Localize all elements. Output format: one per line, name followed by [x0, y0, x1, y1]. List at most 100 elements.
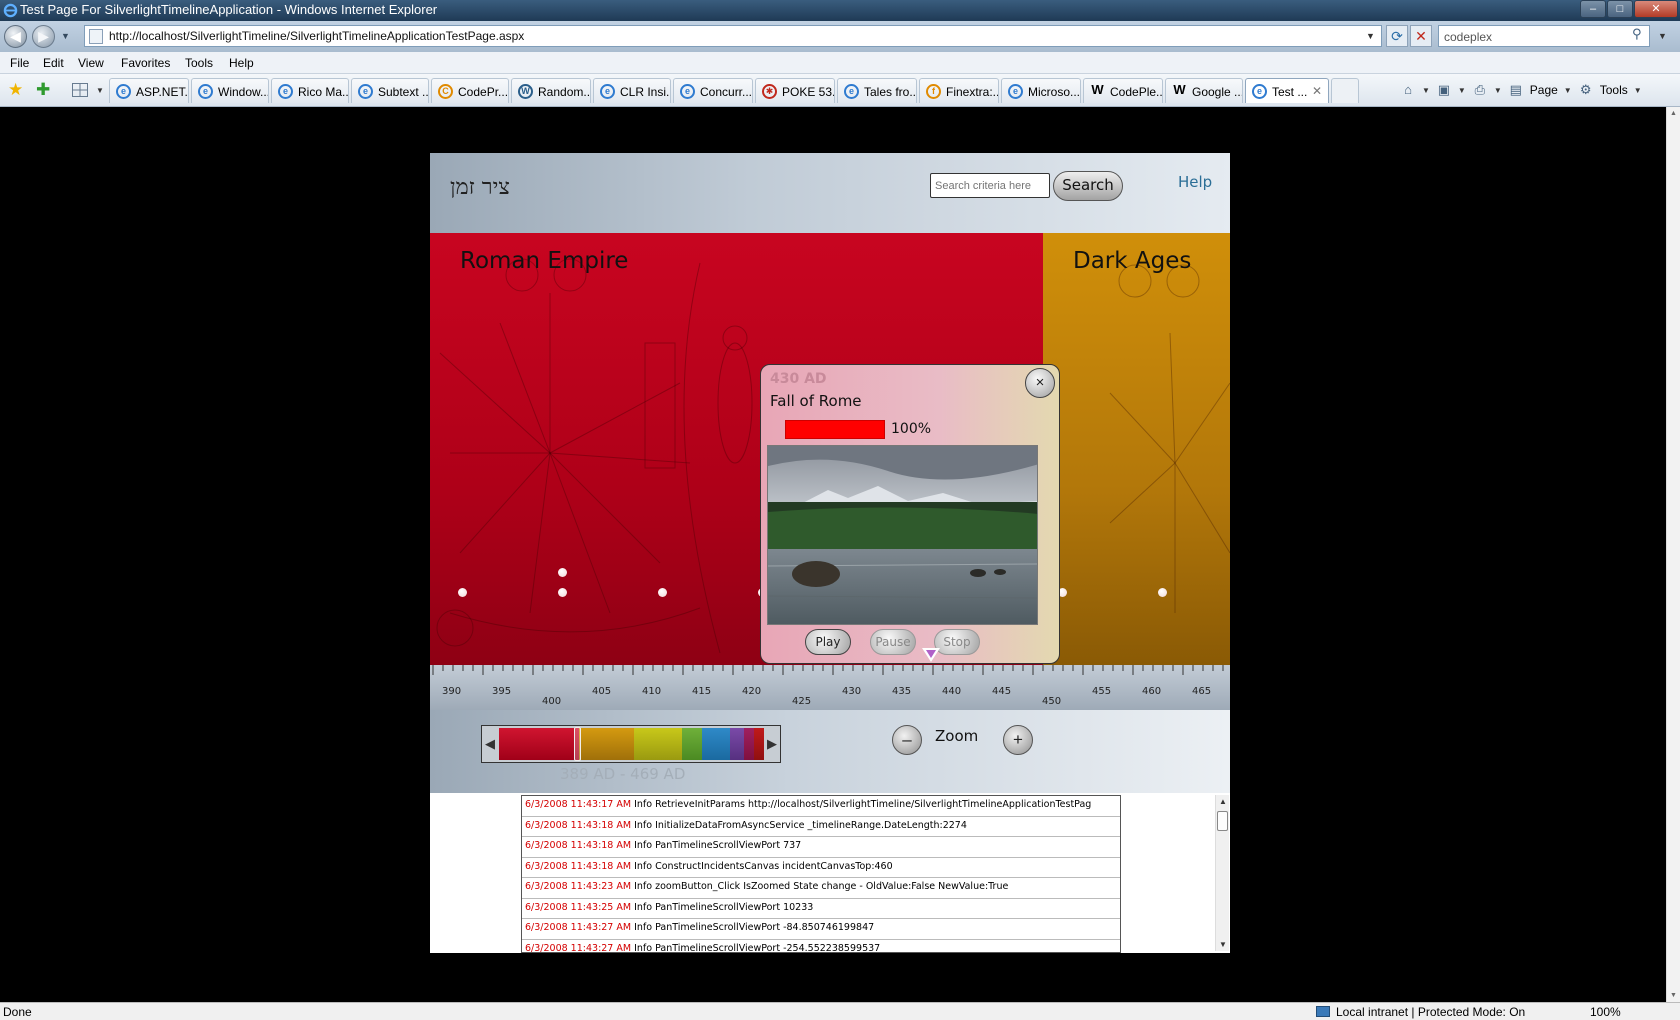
zoom-level[interactable]: 100%	[1590, 1005, 1621, 1019]
tab-bar: ★ ✚ ▼ e ASP.NET... e Window... e Rico Ma...…	[0, 74, 1680, 107]
ie-page-icon: e	[844, 84, 859, 99]
incident-date: 430 AD	[770, 371, 827, 387]
tab-finextra[interactable]: f Finextra:...	[919, 78, 999, 103]
media-video[interactable]	[767, 445, 1038, 625]
play-button[interactable]: Play	[805, 629, 851, 655]
stop-button[interactable]: ✕	[1410, 25, 1432, 47]
tab-list-dropdown-icon[interactable]: ▼	[96, 86, 104, 95]
log-row: 6/3/2008 11:43:23 AM Info zoomButton_Cli…	[522, 878, 1120, 899]
home-dropdown-icon[interactable]: ▼	[1422, 86, 1430, 95]
window-title: Test Page For SilverlightTimelineApplica…	[20, 2, 438, 17]
pause-button[interactable]: Pause	[870, 629, 916, 655]
tools-dropdown-icon[interactable]: ▼	[1634, 86, 1642, 95]
browser-search-input[interactable]: codeplex	[1438, 25, 1650, 47]
scroll-up-icon[interactable]: ▲	[1670, 110, 1677, 117]
tab-tales[interactable]: e Tales fro...	[837, 78, 917, 103]
overview-scroll-left-icon[interactable]: ◀	[482, 726, 498, 762]
menu-edit[interactable]: Edit	[43, 56, 64, 70]
overview-thumb[interactable]	[574, 727, 581, 761]
incident-dot[interactable]	[558, 588, 567, 597]
tick-label: 435	[892, 686, 912, 697]
menu-file[interactable]: File	[10, 56, 29, 70]
forward-button[interactable]: ▶	[32, 25, 55, 48]
zoom-out-button[interactable]: –	[892, 725, 922, 755]
page-dropdown-icon[interactable]: ▼	[1564, 86, 1572, 95]
overview-slider[interactable]: ◀ ▶	[481, 725, 781, 763]
tick-label: 400	[542, 696, 562, 707]
current-date-marker[interactable]	[922, 648, 940, 662]
add-favorite-icon[interactable]: ✚	[36, 80, 50, 100]
quick-tabs-icon[interactable]	[72, 83, 88, 97]
search-icon[interactable]: ⚲	[1632, 26, 1642, 42]
scroll-up-icon[interactable]: ▲	[1219, 797, 1227, 806]
security-zone[interactable]: Local intranet | Protected Mode: On	[1336, 1005, 1525, 1019]
page-menu[interactable]: Page	[1530, 83, 1558, 97]
intranet-zone-icon	[1316, 1006, 1330, 1017]
incident-dot[interactable]	[658, 588, 667, 597]
refresh-button[interactable]: ⟳	[1386, 25, 1408, 47]
zoom-in-button[interactable]: +	[1003, 725, 1033, 755]
close-window-button[interactable]: ✕	[1634, 0, 1678, 18]
scroll-down-icon[interactable]: ▼	[1670, 992, 1677, 999]
stop-media-button[interactable]: Stop	[934, 629, 980, 655]
menu-favorites[interactable]: Favorites	[121, 56, 170, 70]
menu-help[interactable]: Help	[229, 56, 254, 70]
tab-clr-inside[interactable]: e CLR Insi...	[593, 78, 671, 103]
status-text: Done	[3, 1005, 32, 1019]
log-scroll-thumb[interactable]	[1217, 811, 1228, 831]
overview-era-strip[interactable]	[499, 728, 764, 760]
menu-tools[interactable]: Tools	[185, 56, 213, 70]
tab-subtext[interactable]: e Subtext ...	[351, 78, 429, 103]
log-scrollbar[interactable]: ▲ ▼	[1215, 795, 1229, 951]
tick-label: 460	[1142, 686, 1162, 697]
scroll-down-icon[interactable]: ▼	[1219, 940, 1227, 949]
favorites-star-icon[interactable]: ★	[8, 80, 23, 100]
tab-google[interactable]: W Google ...	[1165, 78, 1243, 103]
address-field[interactable]: http://localhost/SilverlightTimeline/Sil…	[84, 25, 1382, 47]
tab-window[interactable]: e Window...	[191, 78, 269, 103]
feeds-dropdown-icon[interactable]: ▼	[1458, 86, 1466, 95]
year-ruler[interactable]: 390 395 400 405 410 415 420 425 430 435 …	[430, 665, 1230, 710]
tools-menu[interactable]: Tools	[1600, 83, 1628, 97]
tick-label: 390	[442, 686, 462, 697]
tab-concurrency[interactable]: e Concurr...	[673, 78, 753, 103]
page-scrollbar[interactable]: ▲ ▼	[1666, 107, 1680, 1002]
new-tab-button[interactable]	[1331, 78, 1359, 103]
tab-test-page[interactable]: e Test ... ✕	[1245, 78, 1329, 103]
search-options-dropdown-icon[interactable]: ▼	[1658, 31, 1667, 41]
print-icon[interactable]: ⎙	[1472, 82, 1488, 98]
tab-poke[interactable]: ✱POKE 53...	[755, 78, 835, 103]
log-list[interactable]: 6/3/2008 11:43:17 AM Info RetrieveInitPa…	[521, 795, 1121, 953]
timeline-canvas[interactable]: Roman Empire Dark Ages 430 AD × Fall of …	[430, 233, 1230, 665]
incident-dot[interactable]	[558, 568, 567, 577]
home-icon[interactable]: ⌂	[1400, 82, 1416, 98]
tab-random[interactable]: W Random...	[511, 78, 591, 103]
recent-pages-dropdown-icon[interactable]: ▼	[61, 31, 70, 41]
incident-dot[interactable]	[458, 588, 467, 597]
back-button[interactable]: ◀	[4, 25, 27, 48]
tab-microsoft[interactable]: e Microso...	[1001, 78, 1081, 103]
close-tab-icon[interactable]: ✕	[1312, 84, 1322, 98]
tab-codeproject[interactable]: C CodePr...	[431, 78, 509, 103]
tab-codeplex[interactable]: W CodePle...	[1083, 78, 1163, 103]
incident-dot[interactable]	[1158, 588, 1167, 597]
wikipedia-icon: W	[1173, 82, 1186, 97]
help-link[interactable]: Help	[1178, 173, 1212, 191]
timeline-search-input[interactable]	[930, 173, 1050, 198]
address-dropdown-icon[interactable]: ▼	[1366, 31, 1375, 41]
ie-page-icon: e	[198, 84, 213, 99]
address-row: ◀ ▶ ▼ http://localhost/SilverlightTimeli…	[0, 21, 1680, 52]
timeline-search-button[interactable]: Search	[1053, 171, 1123, 201]
minimize-button[interactable]: –	[1580, 0, 1606, 18]
close-popup-button[interactable]: ×	[1025, 368, 1055, 398]
overview-scroll-right-icon[interactable]: ▶	[764, 726, 780, 762]
maximize-button[interactable]: □	[1607, 0, 1633, 18]
timeline-controls: ◀ ▶ 389 AD - 469 AD – Zoom +	[430, 710, 1230, 793]
feeds-icon[interactable]: ▣	[1436, 82, 1452, 98]
ie-page-icon: e	[278, 84, 293, 99]
page-menu-icon: ▤	[1509, 82, 1522, 97]
print-dropdown-icon[interactable]: ▼	[1494, 86, 1502, 95]
tab-rico[interactable]: e Rico Ma...	[271, 78, 349, 103]
tab-asp-net[interactable]: e ASP.NET...	[109, 78, 189, 103]
menu-view[interactable]: View	[78, 56, 104, 70]
